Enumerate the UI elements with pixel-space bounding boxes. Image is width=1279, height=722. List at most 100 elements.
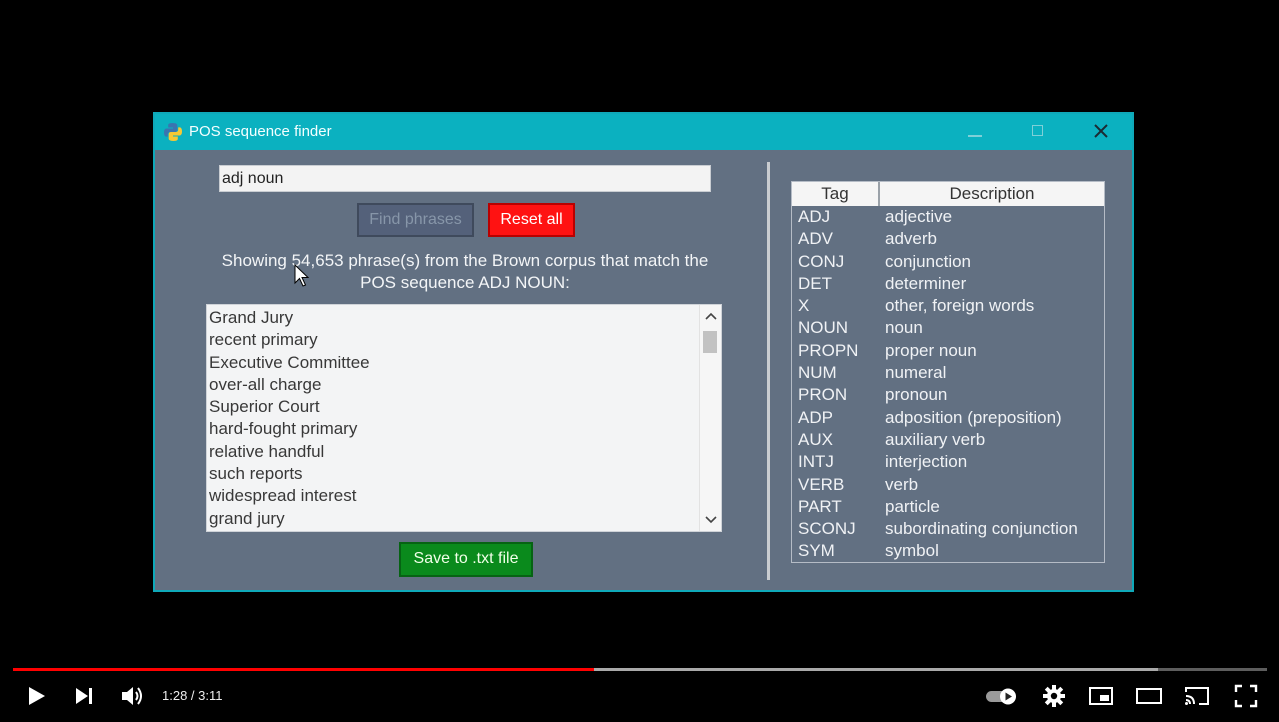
phrase-list-item[interactable]: Executive Committee xyxy=(209,352,697,374)
tag-table-row[interactable]: CONJ conjunction xyxy=(792,251,1104,273)
tag-table-row[interactable]: INTJ interjection xyxy=(792,451,1104,473)
tag-table-row[interactable]: AUX auxiliary verb xyxy=(792,429,1104,451)
video-progress-bar[interactable] xyxy=(13,668,1267,671)
reset-all-button[interactable]: Reset all xyxy=(488,203,575,237)
cast-button[interactable] xyxy=(1183,682,1211,710)
phrase-list-item[interactable]: grand jury xyxy=(209,508,697,530)
scroll-up-arrow-icon[interactable] xyxy=(700,307,721,325)
settings-icon xyxy=(1043,685,1065,707)
tag-code: VERB xyxy=(798,474,845,494)
scroll-down-arrow-icon[interactable] xyxy=(700,511,721,529)
tag-code: DET xyxy=(798,273,832,293)
settings-button[interactable] xyxy=(1040,682,1068,710)
tag-table-row[interactable]: NUM numeral xyxy=(792,362,1104,384)
tag-description: proper noun xyxy=(885,340,977,360)
tag-code: X xyxy=(798,296,810,316)
scroll-thumb[interactable] xyxy=(703,331,717,353)
miniplayer-button[interactable] xyxy=(1087,682,1115,710)
tag-code: PRON xyxy=(798,385,848,405)
volume-icon xyxy=(122,687,142,705)
column-header-description[interactable]: Description xyxy=(880,182,1104,206)
mouse-cursor-icon xyxy=(294,264,310,287)
tag-description: noun xyxy=(885,318,923,338)
result-status: Showing 54,653 phrase(s) from the Brown … xyxy=(195,250,735,294)
phrase-list-item[interactable]: over-all charge xyxy=(209,374,697,396)
tag-table-body: ADJ adjective ADV adverb CONJ conjunction DET d… xyxy=(792,206,1104,563)
tag-description: determiner xyxy=(885,273,967,293)
tag-description: pronoun xyxy=(885,385,948,405)
phrase-listbox[interactable]: Grand Jury recent primary Executive Commit… xyxy=(206,304,722,532)
tag-table-row[interactable]: Xother, foreign words xyxy=(792,295,1104,317)
mute-button[interactable] xyxy=(118,682,146,710)
tag-table-row[interactable]: SYM symbol xyxy=(792,540,1104,562)
tag-description: subordinating conjunction xyxy=(885,519,1078,539)
tag-description: adposition (preposition) xyxy=(885,407,1062,427)
tag-description: numeral xyxy=(885,363,947,383)
phrase-list-item[interactable]: widespread interest xyxy=(209,485,697,507)
miniplayer-icon xyxy=(1089,687,1113,705)
phrase-list: Grand Jury recent primary Executive Commit… xyxy=(209,307,697,530)
find-phrases-button[interactable]: Find phrases xyxy=(357,203,474,237)
tag-code: NOUN xyxy=(798,318,849,338)
tag-table-row[interactable]: VERB verb xyxy=(792,474,1104,496)
tag-table-header: Tag Description xyxy=(792,182,1104,206)
tag-table-row[interactable]: DET determiner xyxy=(792,273,1104,295)
window-title: POS sequence finder xyxy=(189,123,332,140)
tag-description: symbol xyxy=(885,541,939,561)
close-button[interactable] xyxy=(1081,118,1121,146)
close-icon xyxy=(1094,124,1108,138)
save-to-txt-button[interactable]: Save to .txt file xyxy=(399,542,533,577)
tag-table-row[interactable]: PROPN proper noun xyxy=(792,340,1104,362)
vertical-scrollbar[interactable] xyxy=(699,305,721,531)
tag-description: adverb xyxy=(885,229,937,249)
phrase-list-item[interactable]: relative handful xyxy=(209,441,697,463)
tag-table-row[interactable]: SCONJ subordinating conjunction xyxy=(792,518,1104,540)
play-icon xyxy=(29,687,45,705)
tag-description: auxiliary verb xyxy=(885,429,986,449)
tag-description: adjective xyxy=(885,207,953,226)
tag-description: particle xyxy=(885,496,940,516)
tag-table-row[interactable]: ADJ adjective xyxy=(792,206,1104,228)
status-line-2: POS sequence ADJ NOUN: xyxy=(360,273,570,292)
tag-description: conjunction xyxy=(885,251,972,271)
tag-description: interjection xyxy=(885,452,968,472)
pane-divider xyxy=(767,162,770,580)
tag-code: ADP xyxy=(798,407,833,427)
tag-table-row[interactable]: ADV adverb xyxy=(792,228,1104,250)
tag-code: PART xyxy=(798,496,842,516)
theater-mode-button[interactable] xyxy=(1135,682,1163,710)
tag-code: NUM xyxy=(798,363,837,383)
tag-description: other, foreign words xyxy=(885,296,1035,316)
phrase-list-item[interactable]: recent primary xyxy=(209,329,697,351)
phrase-list-item[interactable]: hard-fought primary xyxy=(209,418,697,440)
phrase-list-item[interactable]: such reports xyxy=(209,463,697,485)
theater-icon xyxy=(1136,688,1162,704)
python-icon xyxy=(164,123,182,141)
cast-icon xyxy=(1185,687,1209,705)
app-window: POS sequence finder Find phrases Reset a… xyxy=(153,112,1134,592)
fullscreen-icon xyxy=(1234,684,1258,708)
title-bar[interactable]: POS sequence finder xyxy=(155,114,1132,150)
tag-table-row[interactable]: PART particle xyxy=(792,496,1104,518)
column-header-tag[interactable]: Tag xyxy=(792,182,880,206)
tag-code: ADJ xyxy=(798,207,831,226)
autoplay-toggle-icon xyxy=(986,688,1016,705)
fullscreen-button[interactable] xyxy=(1232,682,1260,710)
tag-table-row[interactable]: PRON pronoun xyxy=(792,384,1104,406)
tag-code: PROPN xyxy=(798,340,859,360)
tag-table-row[interactable]: ADP adposition (preposition) xyxy=(792,407,1104,429)
pos-tag-table: Tag Description ADJ adjective ADV adverb CON… xyxy=(791,181,1105,563)
tag-code: SCONJ xyxy=(798,519,856,539)
next-video-button[interactable] xyxy=(72,682,98,710)
maximize-button[interactable] xyxy=(1018,118,1058,146)
tag-description: verb xyxy=(885,474,919,494)
tag-code: CONJ xyxy=(798,251,845,271)
play-button[interactable] xyxy=(24,682,50,710)
tag-table-row[interactable]: NOUN noun xyxy=(792,317,1104,339)
minimize-button[interactable] xyxy=(955,118,995,146)
phrase-list-item[interactable]: Grand Jury xyxy=(209,307,697,329)
phrase-list-item[interactable]: Superior Court xyxy=(209,396,697,418)
pos-sequence-input[interactable] xyxy=(219,165,711,192)
autoplay-toggle[interactable] xyxy=(984,682,1020,710)
status-line-1: Showing 54,653 phrase(s) from the Brown … xyxy=(221,251,709,270)
